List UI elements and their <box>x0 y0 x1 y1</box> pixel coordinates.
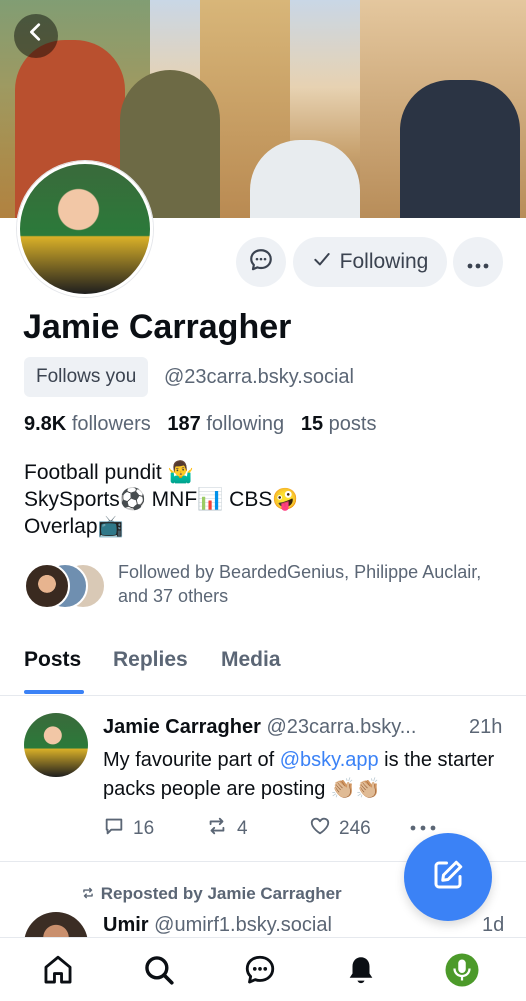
post-timestamp[interactable]: 1d <box>482 914 504 937</box>
bio-line: SkySports⚽ MNF📊 CBS🤪 <box>24 488 299 511</box>
repost-icon <box>80 884 101 903</box>
compose-button[interactable] <box>404 833 492 921</box>
followed-by-text[interactable]: Followed by BeardedGenius, Philippe Aucl… <box>118 560 498 608</box>
profile-avatar[interactable] <box>17 161 153 297</box>
message-button[interactable] <box>236 237 286 287</box>
post-author-name[interactable]: Umir <box>103 914 149 936</box>
follows-you-badge: Follows you <box>24 357 149 397</box>
nav-notifications[interactable] <box>341 952 381 992</box>
profile-bio: Football pundit 🤷‍♂️ SkySports⚽ MNF📊 CBS… <box>24 459 298 540</box>
post-text: My favourite part of @bsky.app is the st… <box>103 749 495 800</box>
messages-icon <box>243 953 277 992</box>
home-icon <box>41 953 75 992</box>
repost-icon <box>205 815 229 843</box>
repost-count: 4 <box>237 818 248 839</box>
active-tab-indicator <box>24 690 84 694</box>
repost-button[interactable]: 4 <box>205 815 248 843</box>
banner-figure <box>400 80 520 218</box>
followers-link[interactable]: 9.8K followers <box>24 413 151 435</box>
ellipsis-icon <box>410 815 436 837</box>
search-icon <box>142 953 176 992</box>
tab-media[interactable]: Media <box>221 648 281 672</box>
checkmark-icon <box>312 249 332 275</box>
chat-bubble-icon <box>248 247 274 278</box>
post-author-handle[interactable]: @23carra.bsky... <box>266 716 416 738</box>
profile-name: Jamie Carragher <box>23 308 292 346</box>
following-label: Following <box>339 250 429 273</box>
followed-by-avatars[interactable] <box>24 563 106 609</box>
post-header: Umir @umirf1.bsky.social <box>103 914 332 937</box>
bio-line: Football pundit 🤷‍♂️ <box>24 461 194 484</box>
nav-messages[interactable] <box>240 952 280 992</box>
like-count: 246 <box>339 818 371 839</box>
reply-count: 16 <box>133 818 155 839</box>
post-author-avatar[interactable] <box>24 713 88 777</box>
following-button[interactable]: Following <box>293 237 447 287</box>
reply-button[interactable]: 16 <box>103 815 154 843</box>
nav-profile[interactable] <box>442 952 482 992</box>
post-timestamp[interactable]: 21h <box>469 716 502 739</box>
post-header: Jamie Carragher @23carra.bsky... <box>103 716 503 739</box>
ellipsis-icon <box>467 249 489 275</box>
bio-line: Overlap📺 <box>24 515 124 538</box>
tab-replies[interactable]: Replies <box>113 648 188 672</box>
post-more-button[interactable] <box>410 815 436 837</box>
nav-search[interactable] <box>139 952 179 992</box>
bell-icon <box>344 953 378 992</box>
reply-icon <box>103 815 125 843</box>
bottom-navigation <box>0 937 526 1001</box>
post-actions: 16 4 246 <box>103 815 443 845</box>
compose-icon <box>430 857 466 898</box>
nav-home[interactable] <box>38 952 78 992</box>
back-arrow-icon <box>25 22 47 49</box>
profile-stats: 9.8K followers 187 following 15 posts <box>24 413 376 436</box>
avatar-mic-icon <box>444 952 480 993</box>
mention-link[interactable]: @bsky.app <box>280 749 379 771</box>
post-author-handle[interactable]: @umirf1.bsky.social <box>154 914 332 936</box>
like-button[interactable]: 246 <box>309 815 371 843</box>
banner-figure <box>250 140 360 218</box>
heart-icon <box>309 815 331 843</box>
following-link[interactable]: 187 following <box>167 413 284 435</box>
repost-label[interactable]: Reposted by Jamie Carragher <box>80 884 342 904</box>
back-button[interactable] <box>14 14 58 58</box>
avatar <box>24 563 70 609</box>
tab-posts[interactable]: Posts <box>24 648 81 672</box>
post-author-name[interactable]: Jamie Carragher <box>103 716 261 738</box>
posts-count: 15 posts <box>300 413 377 435</box>
profile-tabs: Posts Replies Media <box>0 645 526 696</box>
more-options-button[interactable] <box>453 237 503 287</box>
profile-handle: @23carra.bsky.social <box>164 366 354 388</box>
